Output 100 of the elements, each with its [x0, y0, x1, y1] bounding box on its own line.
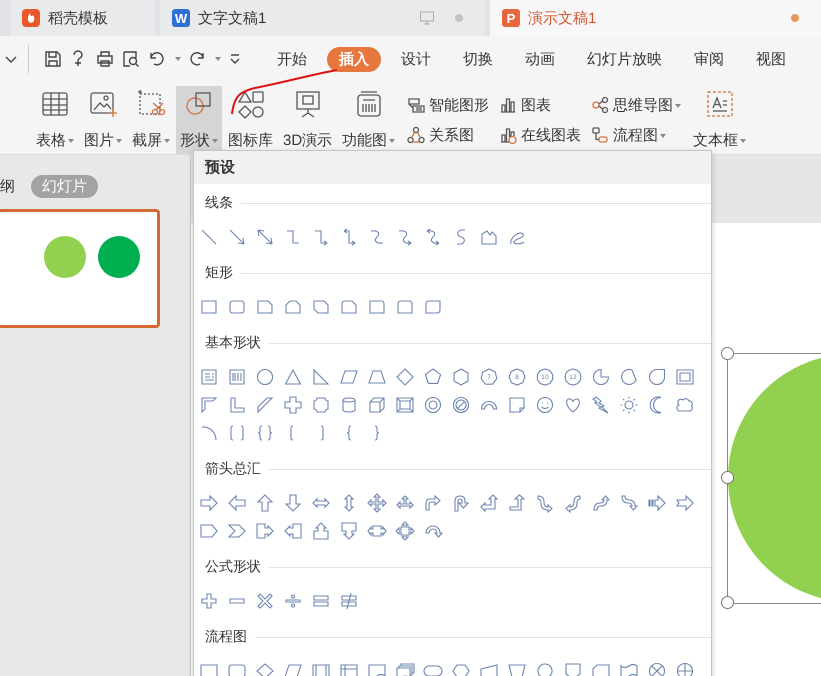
- caret-icon: [675, 104, 682, 108]
- ribbon-button[interactable]: 功能图: [338, 86, 400, 154]
- bent-arrow-icon[interactable]: [423, 493, 443, 513]
- ribbon-button[interactable]: 关系图: [407, 120, 490, 150]
- bevel-icon[interactable]: [395, 395, 415, 415]
- cube-icon[interactable]: [367, 395, 387, 415]
- curved-right-arrow-icon[interactable]: [535, 493, 555, 513]
- menu-tab[interactable]: 动画: [513, 46, 567, 72]
- document-tab[interactable]: P 演示文稿1: [490, 0, 821, 36]
- no-symbol-icon[interactable]: [451, 395, 471, 415]
- curved-down-arrow-icon[interactable]: [619, 493, 639, 513]
- resize-handle[interactable]: [721, 471, 734, 484]
- multidocument-icon[interactable]: [395, 661, 415, 676]
- status-dot-icon: [791, 14, 799, 22]
- hexagon-icon[interactable]: [451, 367, 471, 387]
- not-equal-icon[interactable]: [339, 591, 359, 611]
- menu-tab[interactable]: 开始: [265, 46, 319, 72]
- ribbon-button[interactable]: 在线图表: [499, 120, 582, 150]
- off-page-connector-icon[interactable]: [563, 661, 583, 676]
- ribbon-button[interactable]: 文本框: [689, 86, 750, 154]
- plus-icon[interactable]: [199, 591, 219, 611]
- arrow-line-icon[interactable]: [227, 227, 247, 247]
- summing-junction-icon[interactable]: [647, 661, 667, 676]
- smart-graphic-icon: [407, 96, 426, 114]
- smiley-face-icon[interactable]: [535, 395, 555, 415]
- teardrop-icon[interactable]: [647, 367, 667, 387]
- cross-icon[interactable]: [283, 395, 303, 415]
- ribbon-button[interactable]: 图片: [80, 86, 126, 154]
- connector-icon[interactable]: [535, 661, 555, 676]
- ribbon-button[interactable]: 流程图: [591, 120, 682, 150]
- circle-shape: [98, 236, 140, 278]
- line-icon[interactable]: [199, 227, 219, 247]
- menu-tab[interactable]: 审阅: [682, 46, 736, 72]
- chord-icon[interactable]: [619, 367, 639, 387]
- monitor-icon[interactable]: [419, 10, 435, 26]
- bent-up-arrow-icon[interactable]: [507, 493, 527, 513]
- half-frame-icon[interactable]: [199, 395, 219, 415]
- caret-icon: [660, 134, 666, 138]
- plaque-icon[interactable]: [311, 395, 331, 415]
- print-preview-icon[interactable]: [121, 49, 141, 69]
- left-arrow-callout-icon[interactable]: [283, 521, 303, 541]
- notched-right-arrow-icon[interactable]: [675, 493, 695, 513]
- app-logo-icon: P: [502, 9, 520, 27]
- ribbon-button[interactable]: 3D演示: [279, 86, 336, 154]
- ribbon-button[interactable]: 思维导图: [591, 90, 682, 120]
- flowchart-icon: [591, 126, 610, 144]
- down-arrow-icon[interactable]: [283, 493, 303, 513]
- ribbon-button[interactable]: 表格: [32, 86, 78, 154]
- right-arrow-icon[interactable]: [199, 493, 219, 513]
- vertical-text-box-icon[interactable]: [227, 367, 247, 387]
- ribbon-button[interactable]: 智能图形: [407, 90, 490, 120]
- folded-corner-icon[interactable]: [507, 395, 527, 415]
- triangle-icon[interactable]: [283, 367, 303, 387]
- frame-icon[interactable]: [675, 367, 695, 387]
- menu-tab[interactable]: 幻灯片放映: [575, 46, 674, 72]
- punched-tape-icon[interactable]: [619, 661, 639, 676]
- relation-diagram-icon: [407, 126, 426, 144]
- curved-up-arrow-icon[interactable]: [591, 493, 611, 513]
- menu-tab[interactable]: 切换: [451, 46, 505, 72]
- document-tab[interactable]: W 文字文稿1: [160, 0, 485, 36]
- lightning-bolt-icon[interactable]: [591, 395, 611, 415]
- sun-icon[interactable]: [619, 395, 639, 415]
- ribbon-button[interactable]: 图表: [499, 90, 582, 120]
- outline-tab[interactable]: 纲: [0, 176, 15, 196]
- menu-tab[interactable]: 设计: [389, 46, 443, 72]
- brace-pair-icon[interactable]: [255, 423, 275, 443]
- ribbon-button[interactable]: 截屏: [128, 86, 174, 154]
- double-arrow-line-icon[interactable]: [255, 227, 275, 247]
- quad-arrow-icon[interactable]: [367, 493, 387, 513]
- menu-header: 预设: [194, 151, 711, 184]
- flame-logo-icon: [22, 9, 40, 27]
- curved-left-arrow-icon[interactable]: [563, 493, 583, 513]
- multiply-icon[interactable]: [255, 591, 275, 611]
- donut-icon[interactable]: [423, 395, 443, 415]
- ribbon-button[interactable]: 图标库: [224, 86, 277, 154]
- decision-icon[interactable]: [255, 661, 275, 676]
- print-icon[interactable]: [95, 49, 115, 69]
- right-arrow-callout-icon[interactable]: [255, 521, 275, 541]
- down-arrow-callout-icon[interactable]: [339, 521, 359, 541]
- up-arrow-callout-icon[interactable]: [311, 521, 331, 541]
- striped-right-arrow-icon[interactable]: [647, 493, 667, 513]
- right-triangle-icon[interactable]: [311, 367, 331, 387]
- left-up-arrow-icon[interactable]: [479, 493, 499, 513]
- diamond-icon[interactable]: [395, 367, 415, 387]
- diagonal-stripe-icon[interactable]: [255, 395, 275, 415]
- save-icon[interactable]: [43, 49, 63, 69]
- caret-icon: [389, 139, 396, 144]
- left-arrow-icon[interactable]: [227, 493, 247, 513]
- document-tab[interactable]: 稻壳模板: [10, 0, 155, 36]
- ribbon-button[interactable]: 形状: [176, 86, 222, 154]
- or-symbol-icon[interactable]: [675, 661, 695, 676]
- resize-handle[interactable]: [721, 596, 734, 609]
- quad-arrow-callout-icon[interactable]: [395, 521, 415, 541]
- resize-handle[interactable]: [721, 347, 734, 360]
- slide-thumbnail[interactable]: [0, 209, 160, 328]
- menu-tab[interactable]: 视图: [744, 46, 798, 72]
- text-box-icon[interactable]: [199, 367, 219, 387]
- pentagon-icon[interactable]: [423, 367, 443, 387]
- pie-icon[interactable]: [591, 367, 611, 387]
- up-arrow-icon[interactable]: [255, 493, 275, 513]
